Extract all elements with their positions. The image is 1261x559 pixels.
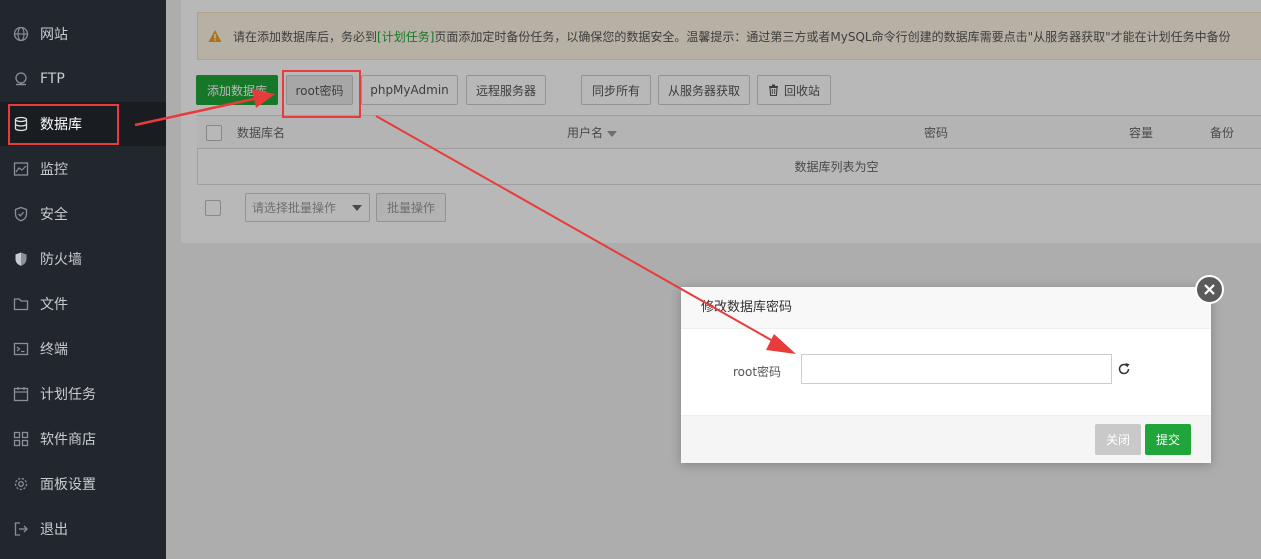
sidebar-item-monitor[interactable]: 监控: [0, 147, 166, 191]
sidebar-item-store[interactable]: 软件商店: [0, 417, 166, 461]
sidebar-item-ftp[interactable]: FTP: [0, 57, 166, 101]
dialog-footer: 关闭 提交: [681, 415, 1211, 463]
close-button[interactable]: 关闭: [1095, 424, 1141, 455]
sidebar-item-label: FTP: [40, 71, 65, 87]
submit-button[interactable]: 提交: [1145, 424, 1191, 455]
sidebar-item-security[interactable]: 安全: [0, 192, 166, 236]
sidebar-item-logout[interactable]: 退出: [0, 507, 166, 551]
sidebar-item-label: 网站: [40, 27, 68, 43]
sidebar-item-files[interactable]: 文件: [0, 282, 166, 326]
calendar-icon: [13, 386, 29, 402]
sidebar-item-label: 监控: [40, 162, 68, 178]
sidebar-item-label: 文件: [40, 297, 68, 313]
firewall-icon: [13, 251, 29, 267]
root-password-input[interactable]: [801, 354, 1112, 384]
sidebar-item-firewall[interactable]: 防火墙: [0, 237, 166, 281]
ftp-icon: [13, 71, 29, 87]
close-icon[interactable]: [1195, 275, 1224, 304]
sidebar-item-website[interactable]: 网站: [0, 12, 166, 56]
sidebar-item-settings[interactable]: 面板设置: [0, 462, 166, 506]
dialog-body: root密码: [681, 329, 1211, 415]
sidebar-item-label: 终端: [40, 342, 68, 358]
change-password-dialog: 修改数据库密码 root密码 关闭 提交: [681, 287, 1211, 463]
sidebar-item-label: 面板设置: [40, 477, 96, 493]
folder-icon: [13, 296, 29, 312]
annotation-box-database: [8, 104, 119, 145]
gear-icon: [13, 476, 29, 492]
sidebar-item-label: 防火墙: [40, 252, 82, 268]
annotation-box-root-password: [282, 70, 361, 118]
sidebar-item-label: 计划任务: [40, 387, 96, 403]
monitor-icon: [13, 161, 29, 177]
sidebar-item-label: 安全: [40, 207, 68, 223]
sidebar-item-cron[interactable]: 计划任务: [0, 372, 166, 416]
logout-icon: [13, 521, 29, 537]
sidebar: 网站 FTP 数据库 监控 安全 防火墙 文件 终端 计划任务 软件商店 面板设…: [0, 0, 166, 559]
apps-icon: [13, 431, 29, 447]
sidebar-item-label: 退出: [40, 522, 68, 538]
dialog-title: 修改数据库密码: [681, 287, 1211, 329]
root-password-label: root密码: [733, 365, 782, 379]
shield-icon: [13, 206, 29, 222]
refresh-icon[interactable]: [1117, 362, 1131, 376]
globe-icon: [13, 26, 29, 42]
terminal-icon: [13, 341, 29, 357]
sidebar-item-label: 软件商店: [40, 432, 96, 448]
sidebar-item-terminal[interactable]: 终端: [0, 327, 166, 371]
